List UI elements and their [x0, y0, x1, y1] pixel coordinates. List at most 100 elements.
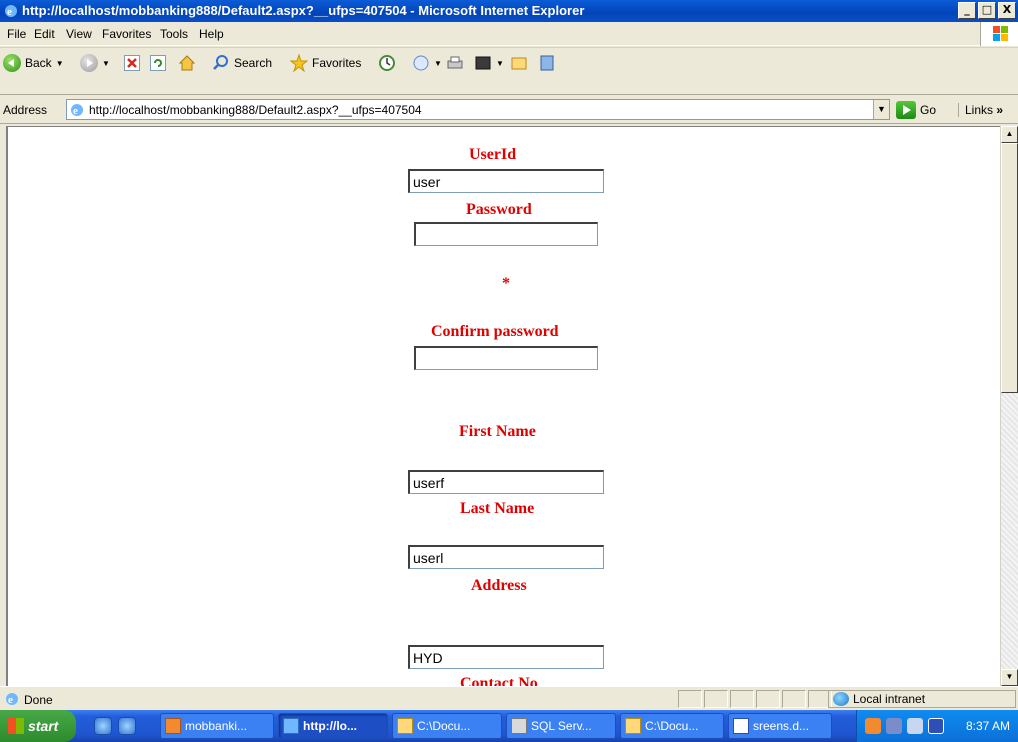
- first-name-input[interactable]: userf: [408, 470, 604, 494]
- password-required-marker: *: [502, 275, 510, 292]
- page-content: UserId user Password * Confirm password …: [6, 126, 1001, 686]
- vertical-scrollbar[interactable]: ▲ ▼: [1000, 126, 1018, 686]
- refresh-button[interactable]: [150, 52, 166, 74]
- forward-button[interactable]: ▼: [80, 52, 110, 74]
- address-dropdown-button[interactable]: ▼: [873, 100, 889, 119]
- refresh-icon: [150, 55, 166, 71]
- address-label: Address: [3, 103, 48, 117]
- star-icon: [290, 54, 308, 72]
- svg-text:e: e: [7, 6, 12, 18]
- folder-icon: [625, 718, 641, 734]
- home-button[interactable]: [178, 52, 196, 74]
- chevron-down-icon: ▼: [496, 58, 504, 68]
- status-pane: [704, 690, 728, 708]
- address-input[interactable]: e http://localhost/mobbanking888/Default…: [66, 99, 890, 120]
- print-icon: [447, 56, 463, 69]
- password-input[interactable]: [414, 222, 598, 246]
- confirm-password-input[interactable]: [414, 346, 598, 370]
- security-zone: Local intranet: [828, 690, 1016, 708]
- favorites-label: Favorites: [312, 56, 362, 70]
- messenger-button[interactable]: [538, 52, 556, 74]
- scroll-up-button[interactable]: ▲: [1001, 126, 1018, 143]
- edit-button[interactable]: ▼: [474, 52, 504, 74]
- menu-tools[interactable]: Tools: [160, 27, 188, 41]
- menu-favorites[interactable]: Favorites: [102, 27, 151, 41]
- go-label: Go: [920, 102, 937, 117]
- menu-edit[interactable]: Edit: [34, 27, 55, 41]
- mail-button[interactable]: ▼: [412, 52, 442, 74]
- back-label: Back: [25, 56, 52, 70]
- address-field-input[interactable]: HYD: [408, 645, 604, 669]
- chevron-down-icon: ▼: [434, 58, 442, 68]
- taskbar-item-ie[interactable]: http://lo...: [278, 713, 388, 739]
- show-desktop-icon[interactable]: [94, 717, 112, 735]
- last-name-label: Last Name: [460, 500, 535, 517]
- address-bar: Address e http://localhost/mobbanking888…: [0, 96, 1018, 124]
- search-icon: [213, 55, 228, 70]
- links-button[interactable]: Links »: [958, 103, 1003, 117]
- ie-icon: [283, 718, 299, 734]
- taskbar-item-sql-server[interactable]: SQL Serv...: [506, 713, 616, 739]
- tray-monitor-icon[interactable]: [907, 718, 923, 734]
- confirm-password-label: Confirm password: [431, 323, 559, 340]
- menu-help[interactable]: Help: [199, 27, 224, 41]
- taskbar-item-word-doc[interactable]: sreens.d...: [728, 713, 832, 739]
- back-button[interactable]: Back ▼: [3, 52, 64, 74]
- address-field-label: Address: [471, 577, 527, 594]
- chevron-down-icon: ▼: [102, 58, 110, 68]
- last-name-input[interactable]: userl: [408, 545, 604, 569]
- home-icon: [178, 55, 196, 71]
- back-arrow-icon: [3, 54, 21, 72]
- ie-page-icon: e: [71, 104, 83, 117]
- search-button[interactable]: Search: [212, 52, 272, 74]
- start-label: start: [28, 718, 59, 734]
- minimize-button[interactable]: _: [958, 2, 976, 19]
- clock[interactable]: 8:37 AM: [966, 719, 1010, 733]
- system-tray: 8:37 AM: [856, 710, 1018, 742]
- first-name-label: First Name: [459, 423, 536, 440]
- taskbar-item-folder[interactable]: C:\Docu...: [392, 713, 502, 739]
- print-button[interactable]: [446, 52, 464, 74]
- folder-icon: [397, 718, 413, 734]
- chevron-right-icon: »: [996, 103, 1004, 117]
- tray-app-icon[interactable]: [865, 718, 881, 734]
- taskbar-item-mobbanking[interactable]: mobbanki...: [160, 713, 274, 739]
- mail-icon: [413, 55, 429, 71]
- status-text: Done: [24, 693, 53, 707]
- ie-launch-icon[interactable]: [118, 717, 136, 735]
- scroll-thumb[interactable]: [1001, 143, 1018, 393]
- status-bar: e Done Local intranet: [0, 686, 1018, 710]
- discuss-button[interactable]: [510, 52, 528, 74]
- menu-file[interactable]: File: [7, 27, 26, 41]
- start-button[interactable]: start: [0, 710, 76, 742]
- stop-icon: [124, 55, 140, 71]
- task-label: SQL Serv...: [531, 719, 592, 733]
- status-pane: [730, 690, 754, 708]
- task-label: C:\Docu...: [645, 719, 699, 733]
- research-icon: [540, 55, 554, 71]
- maximize-button[interactable]: □: [978, 2, 996, 19]
- security-shield-icon[interactable]: [928, 718, 944, 734]
- task-label: mobbanki...: [185, 719, 248, 733]
- userid-label: UserId: [469, 146, 517, 163]
- userid-input[interactable]: user: [408, 169, 604, 193]
- forward-arrow-icon: [80, 54, 98, 72]
- folder-icon: [511, 57, 527, 70]
- scroll-down-button[interactable]: ▼: [1001, 669, 1018, 686]
- database-icon: [511, 718, 527, 734]
- taskbar-item-folder-2[interactable]: C:\Docu...: [620, 713, 724, 739]
- go-button[interactable]: Go: [896, 99, 936, 120]
- window-title-bar[interactable]: e http://localhost/mobbanking888/Default…: [0, 0, 1018, 22]
- network-disconnected-icon[interactable]: [886, 718, 902, 734]
- task-label: http://lo...: [303, 719, 357, 733]
- status-pane: [782, 690, 806, 708]
- zone-label: Local intranet: [853, 692, 926, 706]
- svg-text:e: e: [8, 694, 13, 706]
- stop-button[interactable]: [124, 52, 140, 74]
- close-button[interactable]: X: [998, 2, 1016, 19]
- history-button[interactable]: [378, 52, 396, 74]
- address-url: http://localhost/mobbanking888/Default2.…: [89, 103, 422, 117]
- favorites-button[interactable]: Favorites: [290, 52, 361, 74]
- task-label: sreens.d...: [753, 719, 810, 733]
- menu-view[interactable]: View: [66, 27, 92, 41]
